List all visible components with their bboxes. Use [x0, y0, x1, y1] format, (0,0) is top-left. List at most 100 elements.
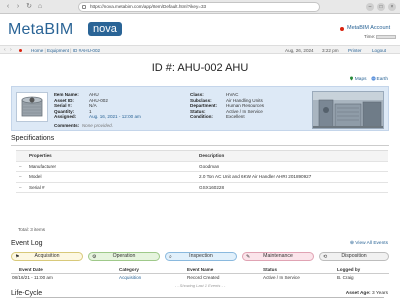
- notification-dot-icon: [340, 27, 344, 31]
- browser-toolbar: ‹ › ↻ ⌂ https://nova.metabim.com/app/Ite…: [0, 0, 400, 14]
- comments: Comments: None provided.: [54, 123, 113, 129]
- earth-link[interactable]: Earth: [377, 77, 388, 82]
- view-all-events-link[interactable]: ⊕ View All Events: [350, 241, 388, 246]
- specs-total: Total: 3 items: [18, 227, 46, 232]
- table-row[interactable]: – Model 2.0 Ton AC Unit and 6KW Air Hand…: [16, 171, 388, 183]
- comments-label: Comments:: [54, 123, 80, 128]
- operation-icon: ⚙: [92, 254, 97, 260]
- breadcrumb-equipment[interactable]: Equipment: [47, 48, 69, 53]
- condition-label: Condition:: [190, 114, 213, 120]
- department-value: Human Resources: [226, 103, 265, 109]
- col-header-event-date: Event Date: [19, 267, 43, 272]
- row-toggle-icon[interactable]: –: [16, 182, 26, 193]
- forward-arrow-icon[interactable]: ›: [14, 3, 22, 11]
- logout-link[interactable]: Logout: [372, 48, 386, 53]
- stage-disposition-label: Disposition: [341, 253, 367, 259]
- events-icon: ⊕: [349, 241, 354, 246]
- table-header-row: Properties Description: [16, 150, 388, 162]
- stage-disposition[interactable]: ⟲ Disposition: [319, 252, 389, 261]
- col-header-event-name: Event Name: [187, 267, 214, 272]
- col-header-description: Description: [196, 150, 388, 162]
- minimize-icon[interactable]: –: [366, 3, 374, 11]
- property-cell: Model: [26, 171, 196, 183]
- back-arrow-icon[interactable]: ‹: [4, 3, 12, 11]
- table-row[interactable]: 08/16/21 - 11:00 am Acquisition Record C…: [11, 274, 389, 282]
- row-toggle-icon[interactable]: –: [16, 161, 26, 172]
- session-timer-bar: [376, 35, 396, 39]
- map-icon: [349, 76, 354, 81]
- event-name-cell: Record Created: [187, 275, 220, 280]
- asset-age: Asset Age: 3 Years: [346, 291, 388, 296]
- printer-link[interactable]: Printer: [348, 48, 362, 53]
- assigned-value: Aug. 16, 2021 - 12:00 am: [89, 114, 141, 120]
- life-cycle-timeline: [16, 297, 384, 298]
- assigned-label: Assigned:: [54, 114, 77, 120]
- life-cycle-heading: Life-Cycle: [11, 290, 43, 297]
- stage-operation[interactable]: ⚙ Operation: [88, 252, 160, 261]
- breadcrumb-home[interactable]: Home: [31, 48, 43, 53]
- serial-label: Serial #:: [54, 103, 72, 109]
- department-label: Department:: [190, 103, 218, 109]
- stage-inspection[interactable]: ⌕ Inspection: [165, 252, 237, 261]
- maps-link[interactable]: Maps: [355, 77, 367, 82]
- col-header-properties: Properties: [26, 150, 196, 162]
- table-row[interactable]: – Manufacturer Goodman: [16, 161, 388, 172]
- event-table-header: Event Date Category Event Name Status Lo…: [11, 266, 389, 274]
- status-label: Status:: [190, 108, 206, 114]
- asset-details-right: Class: Subclass: Department: Status: Con…: [190, 92, 217, 120]
- col-header-category: Category: [119, 267, 139, 272]
- event-date-cell: 08/16/21 - 11:00 am: [12, 275, 53, 280]
- inspection-icon: ⌕: [169, 254, 172, 260]
- asset-thumbnail: [16, 92, 48, 122]
- asset-age-value: 3 Years: [371, 291, 388, 296]
- stage-acquisition[interactable]: ⚑ Acquisition: [11, 252, 83, 261]
- subclass-label: Subclass:: [190, 97, 212, 103]
- breadcrumb-asset[interactable]: ID #AHU-002: [73, 48, 100, 53]
- current-date: Aug, 26, 2024: [285, 47, 314, 53]
- timer-label: Time:: [364, 34, 376, 39]
- close-icon[interactable]: ×: [388, 3, 396, 11]
- asset-details-left: Item Name: Asset ID: Serial #: Quantity:…: [54, 92, 79, 120]
- event-status-cell: Active / In Service: [263, 275, 300, 280]
- event-count-note: - - Showing Last 1 Events - -: [174, 283, 226, 288]
- specifications-table: Properties Description – Manufacturer Go…: [16, 150, 388, 193]
- earth-icon: [371, 76, 376, 81]
- status-dot-icon: [19, 48, 22, 52]
- disposition-icon: ⟲: [323, 254, 328, 260]
- home-icon[interactable]: ⌂: [36, 3, 44, 11]
- asset-summary-card: Item Name: Asset ID: Serial #: Quantity:…: [11, 86, 389, 131]
- description-cell: 2.0 Ton AC Unit and 6KW Air Handler AHRI…: [196, 171, 388, 183]
- stage-inspection-label: Inspection: [189, 253, 213, 259]
- acquisition-icon: ⚑: [15, 254, 20, 260]
- prev-arrow-icon[interactable]: ‹: [4, 47, 6, 53]
- stage-maintenance-label: Maintenance: [263, 253, 293, 259]
- maximize-icon[interactable]: □: [377, 3, 385, 11]
- table-row[interactable]: – Serial # GSX160228: [16, 182, 388, 193]
- asset-photo[interactable]: [312, 91, 384, 129]
- breadcrumb-bar: ‹ › Home | Equipment | ID #AHU-002 Aug, …: [0, 45, 400, 54]
- stage-operation-label: Operation: [112, 253, 136, 259]
- page-title: ID #: AHU-002 AHU: [151, 62, 249, 74]
- item-name-label: Item Name:: [54, 92, 79, 97]
- app-header: MetaBIM nova MetaBIM Account Time:: [0, 14, 400, 44]
- logo[interactable]: MetaBIM: [8, 21, 73, 39]
- event-category-cell[interactable]: Acquisition: [119, 275, 141, 280]
- address-bar[interactable]: https://nova.metabim.com/app/Item/Defaul…: [78, 2, 320, 12]
- account-link[interactable]: MetaBIM Account: [347, 25, 390, 31]
- asset-details-left-values: AHU AHU-002 N/A 1 Aug. 16, 2021 - 12:00 …: [89, 92, 141, 120]
- description-cell: Goodman: [196, 161, 388, 172]
- col-header-status: Status: [263, 267, 278, 272]
- section-divider: [11, 145, 389, 146]
- breadcrumb: Home | Equipment | ID #AHU-002: [31, 47, 101, 53]
- reload-icon[interactable]: ↻: [25, 3, 33, 11]
- row-toggle-icon[interactable]: –: [16, 171, 26, 183]
- next-arrow-icon[interactable]: ›: [10, 47, 12, 53]
- description-cell: GSX160228: [196, 182, 388, 193]
- view-all-events-label: View All Events: [355, 241, 388, 246]
- expand-col-header: [16, 150, 26, 162]
- lock-icon: [82, 5, 86, 9]
- condition-value: Excellent: [226, 114, 245, 120]
- current-time: 3:22 pm: [322, 47, 339, 53]
- stage-maintenance[interactable]: ✎ Maintenance: [242, 252, 314, 261]
- class-label: Class:: [190, 92, 204, 97]
